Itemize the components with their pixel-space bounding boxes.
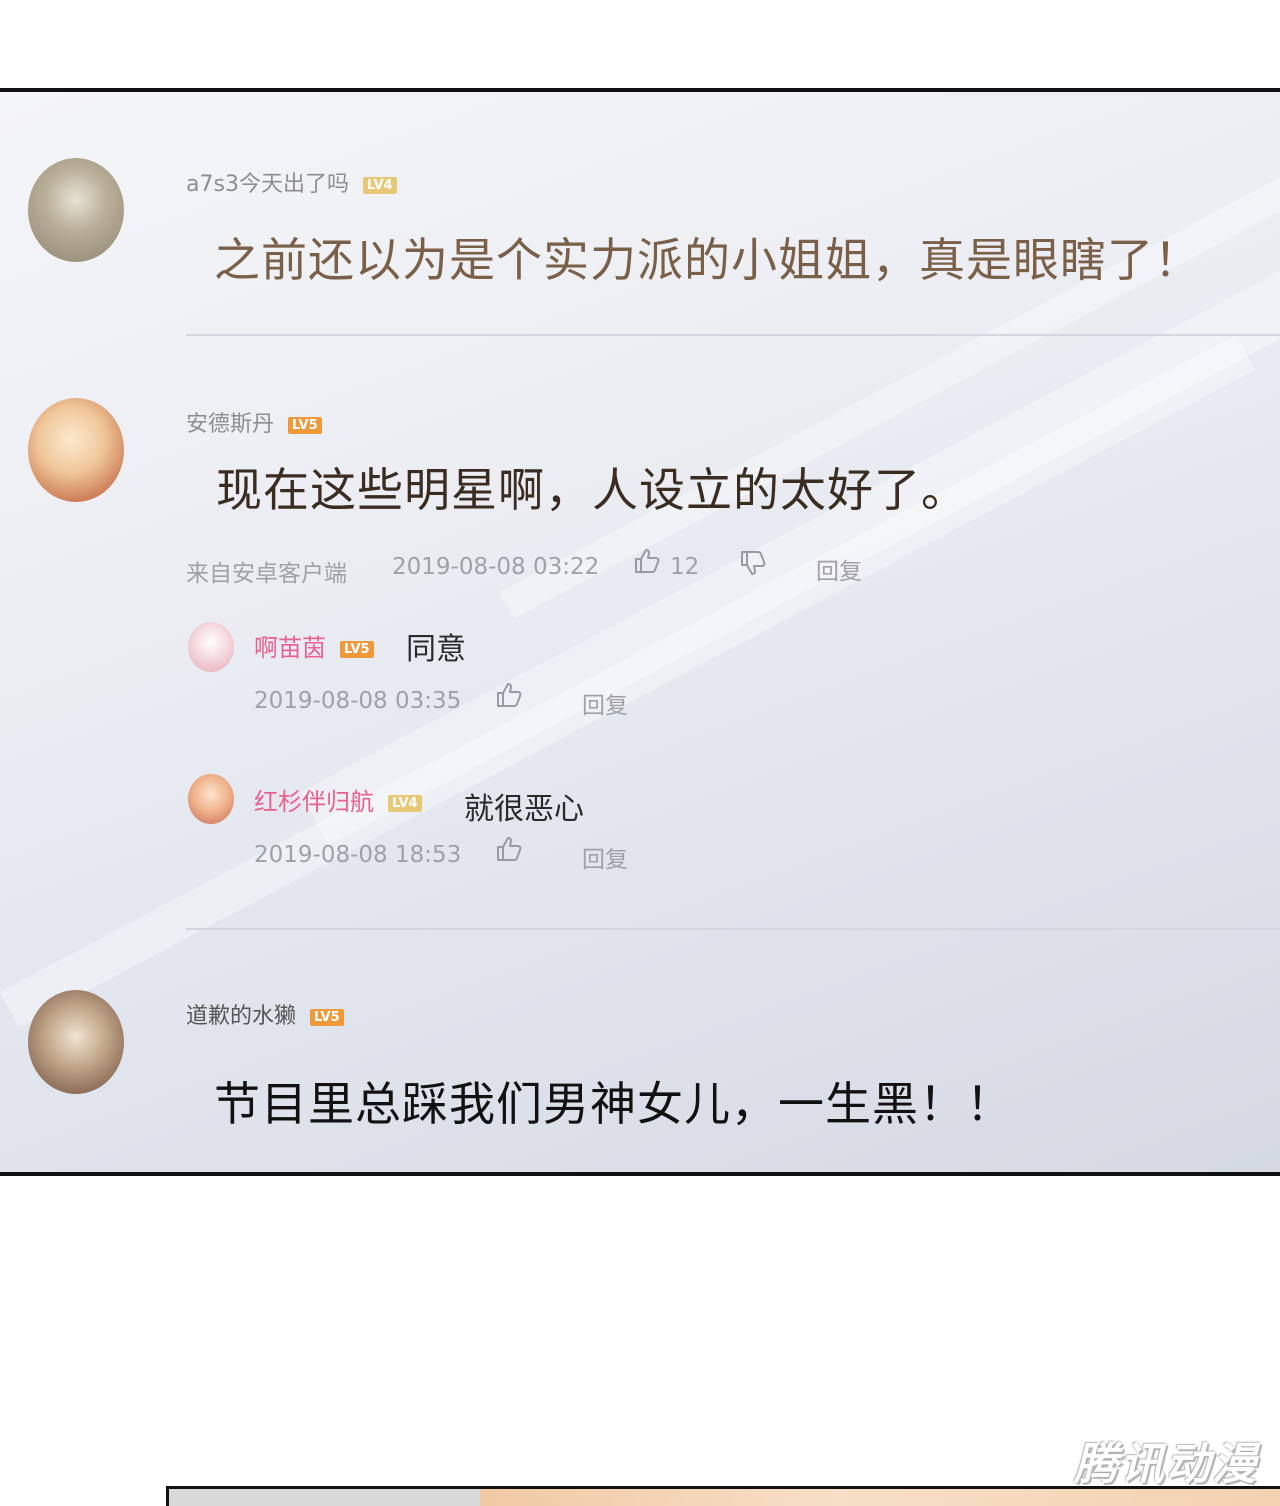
source-label: 来自安卓客户端 [186,561,347,587]
username-text[interactable]: 啊苗茵 [254,634,326,662]
avatar[interactable] [28,990,124,1094]
level-badge: LV5 [310,1008,344,1026]
avatar[interactable] [188,622,234,672]
divider [186,928,1280,930]
username[interactable]: 啊苗茵 LV5 [254,628,374,663]
username[interactable]: 红杉伴归航 LV4 [254,782,422,817]
timestamp: 2019-08-08 18:53 [254,842,462,868]
avatar[interactable] [28,158,124,262]
thumbs-up-icon[interactable] [494,834,524,864]
reply-text: 就很恶心 [464,792,584,827]
like-count: 12 [670,554,700,580]
level-badge: LV4 [362,176,397,194]
comment-text: 节目里总踩我们男神女儿，一生黑！！ [214,1077,1013,1131]
next-panel-edge [166,1486,1280,1506]
timestamp: 2019-08-08 03:22 [392,554,600,580]
light-streak [0,334,1255,1028]
username-text[interactable]: 红杉伴归航 [254,788,374,816]
reply-button[interactable]: 回复 [582,686,628,720]
thumbs-up-icon[interactable] [494,680,524,710]
reply-button[interactable]: 回复 [816,552,862,586]
username-text[interactable]: a7s3今天出了吗 [186,172,349,197]
username-text[interactable]: 道歉的水獭 [186,1004,296,1029]
comment-text: 之前还以为是个实力派的小姐姐，真是眼瞎了！ [214,233,1201,287]
comment-text: 现在这些明星啊，人设立的太好了。 [216,463,968,517]
username[interactable]: 安德斯丹 LV5 [186,406,322,438]
divider [186,334,1280,336]
level-badge: LV5 [288,416,322,434]
username[interactable]: 道歉的水獭 LV5 [186,998,344,1030]
comment-panel: a7s3今天出了吗 LV4 之前还以为是个实力派的小姐姐，真是眼瞎了！ 安德斯丹 L… [0,88,1280,1176]
watermark-logo: 腾讯动漫 [1074,1439,1258,1490]
reply-text: 同意 [406,632,466,667]
avatar[interactable] [188,774,234,824]
level-badge: LV5 [340,640,374,658]
username-text[interactable]: 安德斯丹 [186,412,274,437]
avatar[interactable] [28,398,124,502]
timestamp: 2019-08-08 03:35 [254,688,462,714]
username[interactable]: a7s3今天出了吗 LV4 [186,166,397,198]
thumbs-down-icon[interactable] [738,548,768,578]
reply-button[interactable]: 回复 [582,840,628,874]
thumbs-up-icon[interactable] [632,546,662,576]
level-badge: LV4 [388,794,422,812]
